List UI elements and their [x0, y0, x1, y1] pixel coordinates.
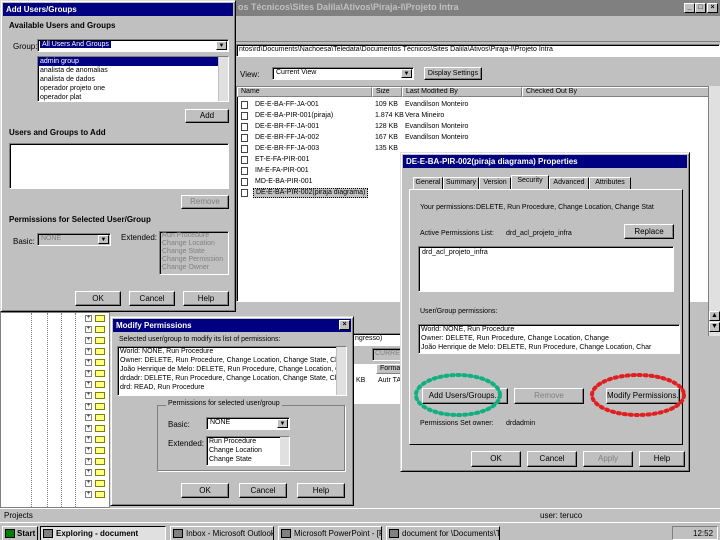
windows-logo-icon [5, 529, 15, 538]
taskbar: Start Exploring - document Inbox - Micro… [0, 522, 720, 540]
tab-security[interactable]: Security [511, 175, 549, 189]
green-highlight-ellipse [414, 373, 502, 417]
outlook-icon [173, 529, 183, 538]
red-highlight-ellipse [590, 373, 686, 417]
taskbar-item-label: document for \Documents\T... [402, 529, 500, 538]
taskbar-item-label: Inbox - Microsoft Outlook [186, 529, 274, 538]
explorer-icon [43, 529, 53, 538]
taskbar-item-label: Exploring - document [56, 529, 139, 538]
system-tray: 12:52 [672, 526, 718, 540]
document-icon [389, 529, 399, 538]
taskbar-item[interactable]: Inbox - Microsoft Outlook [170, 526, 274, 540]
taskbar-item[interactable]: Microsoft PowerPoint - [Pr [278, 526, 382, 540]
taskbar-item-label: Microsoft PowerPoint - [Pr [294, 529, 382, 538]
clock[interactable]: 12:52 [693, 529, 713, 538]
powerpoint-icon [281, 529, 291, 538]
start-label: Start [17, 529, 36, 538]
taskbar-item[interactable]: document for \Documents\T... [386, 526, 500, 540]
start-button[interactable]: Start [2, 526, 38, 540]
highlight-overlay [414, 373, 686, 417]
taskbar-item[interactable]: Exploring - document [40, 526, 166, 540]
